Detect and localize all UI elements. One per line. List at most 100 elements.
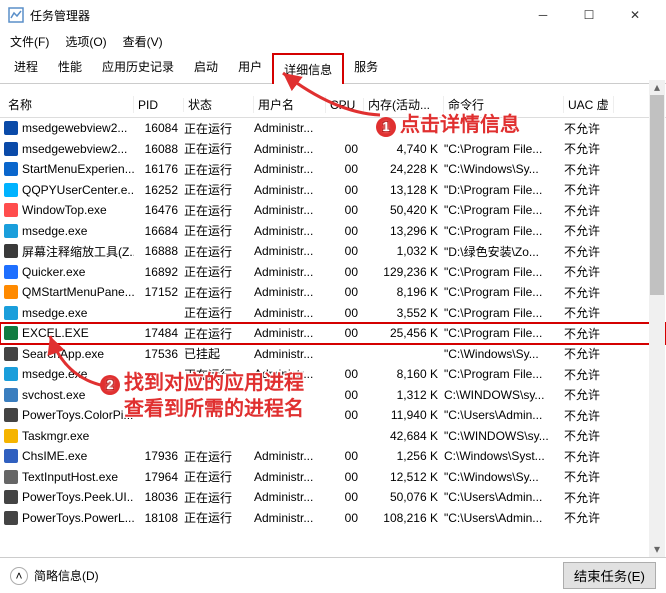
table-row[interactable]: msedgewebview2...16088正在运行Administr...00… [0,139,666,160]
cell-name: msedge.exe [22,306,87,320]
cell-cmd: "C:\Program File... [444,142,564,156]
cell-uac: 不允许 [564,509,614,526]
menu-file[interactable]: 文件(F) [4,31,55,52]
cell-pid: 16892 [134,265,184,279]
cell-cpu: 00 [326,203,364,217]
cell-status: 正在运行 [184,366,254,383]
cell-cpu: 00 [326,367,364,381]
process-icon [4,326,18,340]
table-row[interactable]: QMStartMenuPane...17152正在运行Administr...0… [0,282,666,303]
cell-name: PowerToys.Peek.UI... [22,490,134,504]
process-icon [4,449,18,463]
cell-uac: 不允许 [564,140,614,157]
process-icon [4,367,18,381]
cell-status: 正在运行 [184,243,254,260]
cell-name: TextInputHost.exe [22,470,118,484]
tab-apphistory[interactable]: 应用历史记录 [92,52,184,83]
cell-cpu: 00 [326,388,364,402]
process-icon [4,183,18,197]
cell-cpu: 00 [326,183,364,197]
scroll-up-icon[interactable]: ▴ [649,80,665,95]
status-bar: ˄ 简略信息(D) 结束任务(E) [0,557,666,593]
menu-view[interactable]: 查看(V) [117,31,169,52]
header-cpu[interactable]: CPU [326,98,364,112]
table-row[interactable]: WindowTop.exe16476正在运行Administr...0050,4… [0,200,666,221]
end-task-button[interactable]: 结束任务(E) [563,562,656,589]
cell-mem: 1,032 K [364,244,444,258]
cell-name: StartMenuExperien... [22,162,134,176]
table-row[interactable]: StartMenuExperien...16176正在运行Administr..… [0,159,666,180]
process-icon [4,429,18,443]
table-row[interactable]: EXCEL.EXE17484正在运行Administr...0025,456 K… [0,323,666,344]
maximize-button[interactable]: ☐ [566,0,612,30]
tab-details[interactable]: 详细信息 [272,53,344,84]
table-row[interactable]: PowerToys.ColorPi...0011,940 K"C:\Users\… [0,405,666,426]
tab-performance[interactable]: 性能 [48,52,92,83]
process-icon [4,470,18,484]
cell-cmd: "C:\Program File... [444,285,564,299]
cell-status: 正在运行 [184,202,254,219]
table-row[interactable]: SearchApp.exe17536已挂起Administr..."C:\Win… [0,344,666,365]
header-status[interactable]: 状态 [184,96,254,113]
menu-options[interactable]: 选项(O) [59,31,112,52]
table-row[interactable]: msedge.exe正在运行Administr...003,552 K"C:\P… [0,303,666,324]
table-row[interactable]: msedgewebview2...16084正在运行Administr...不允… [0,118,666,139]
cell-mem: 1,312 K [364,388,444,402]
table-row[interactable]: Quicker.exe16892正在运行Administr...00129,23… [0,262,666,283]
process-icon [4,203,18,217]
table-row[interactable]: msedge.exe正在运行Administr...008,160 K"C:\P… [0,364,666,385]
scroll-down-icon[interactable]: ▾ [649,542,665,557]
table-row[interactable]: QQPYUserCenter.e...16252正在运行Administr...… [0,180,666,201]
table-row[interactable]: Taskmgr.exe42,684 K"C:\WINDOWS\sy...不允许 [0,426,666,447]
table-row[interactable]: 屏幕注释缩放工具(Z...16888正在运行Administr...001,03… [0,241,666,262]
column-headers[interactable]: 名称 PID 状态 用户名 CPU 内存(活动... 命令行 UAC 虚 [0,92,666,118]
cell-mem: 12,512 K [364,470,444,484]
cell-uac: 不允许 [564,202,614,219]
process-table[interactable]: msedgewebview2...16084正在运行Administr...不允… [0,118,666,528]
tab-processes[interactable]: 进程 [4,52,48,83]
header-uac[interactable]: UAC 虚 [564,96,614,113]
table-row[interactable]: TextInputHost.exe17964正在运行Administr...00… [0,467,666,488]
cell-mem: 1,256 K [364,449,444,463]
tab-startup[interactable]: 启动 [184,52,228,83]
cell-uac: 不允许 [564,263,614,280]
table-row[interactable]: PowerToys.Peek.UI...18036正在运行Administr..… [0,487,666,508]
tab-services[interactable]: 服务 [344,52,388,83]
cell-name: SearchApp.exe [22,347,104,361]
cell-name: svchost.exe [22,388,85,402]
cell-user: Administr... [254,183,326,197]
cell-name: EXCEL.EXE [22,326,89,340]
cell-status: 正在运行 [184,489,254,506]
header-mem[interactable]: 内存(活动... [364,96,444,113]
header-user[interactable]: 用户名 [254,96,326,113]
cell-user: Administr... [254,511,326,525]
cell-cmd: "C:\Program File... [444,367,564,381]
cell-pid: 16176 [134,162,184,176]
cell-mem: 8,196 K [364,285,444,299]
header-cmd[interactable]: 命令行 [444,96,564,113]
header-name[interactable]: 名称 [4,96,134,113]
fewer-details-button[interactable]: ˄ 简略信息(D) [10,567,99,585]
scroll-thumb[interactable] [650,95,664,295]
table-row[interactable]: svchost.exe001,312 KC:\WINDOWS\sy...不允许 [0,385,666,406]
vertical-scrollbar[interactable]: ▴ ▾ [649,80,665,557]
cell-uac: 不允许 [564,345,614,362]
table-row[interactable]: PowerToys.PowerL...18108正在运行Administr...… [0,508,666,529]
close-button[interactable]: ✕ [612,0,658,30]
minimize-button[interactable]: ─ [520,0,566,30]
cell-status: 正在运行 [184,468,254,485]
cell-pid: 17536 [134,347,184,361]
cell-user: Administr... [254,470,326,484]
header-pid[interactable]: PID [134,98,184,112]
process-icon [4,265,18,279]
cell-uac: 不允许 [564,120,614,137]
cell-pid: 17152 [134,285,184,299]
table-row[interactable]: msedge.exe16684正在运行Administr...0013,296 … [0,221,666,242]
cell-cpu: 00 [326,449,364,463]
tab-strip: 进程 性能 应用历史记录 启动 用户 详细信息 服务 [0,52,666,84]
process-icon [4,162,18,176]
tab-users[interactable]: 用户 [228,52,272,83]
cell-user: Administr... [254,121,326,135]
cell-name: msedge.exe [22,224,87,238]
table-row[interactable]: ChsIME.exe17936正在运行Administr...001,256 K… [0,446,666,467]
